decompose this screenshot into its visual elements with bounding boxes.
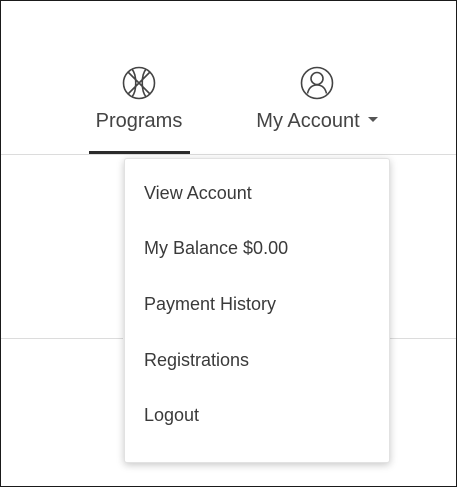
content-divider-left	[1, 338, 123, 339]
menu-item-view-account[interactable]: View Account	[125, 173, 389, 213]
header-divider	[1, 154, 456, 155]
nav-programs-label: Programs	[95, 110, 183, 132]
menu-item-payment-history[interactable]: Payment History	[125, 284, 389, 324]
content-divider-right	[390, 338, 456, 339]
nav-programs[interactable]: Programs	[83, 65, 195, 133]
account-dropdown-menu: View Account My Balance $0.00 Payment Hi…	[124, 158, 390, 463]
chevron-down-icon	[367, 117, 378, 123]
menu-item-registrations[interactable]: Registrations	[125, 340, 389, 380]
menu-item-logout[interactable]: Logout	[125, 395, 389, 435]
basketball-icon	[122, 66, 156, 100]
app-frame: Programs My Account View Account My Bala…	[0, 0, 457, 487]
menu-item-my-balance[interactable]: My Balance $0.00	[125, 228, 389, 268]
nav-my-account[interactable]: My Account	[239, 65, 395, 133]
user-circle-icon	[300, 66, 334, 100]
nav-my-account-label: My Account	[256, 109, 378, 133]
